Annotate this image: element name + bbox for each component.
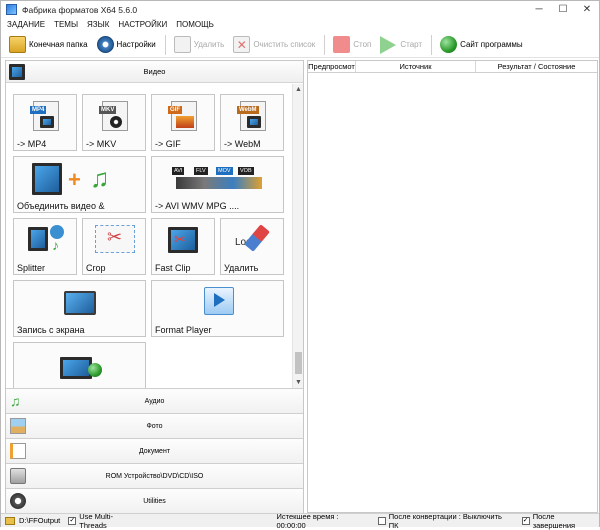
task-list-panel: Предпросмот Источник Результат / Состоян… <box>307 60 598 513</box>
document-icon <box>10 443 26 459</box>
video-tools-grid: MP4 -> MP4 MKV -> MKV GIF -> GIF WebM ->… <box>6 84 293 388</box>
clear-list-button[interactable]: ✕ Очистить список <box>233 34 315 56</box>
screen-record-icon <box>64 291 96 315</box>
clear-list-icon: ✕ <box>233 36 251 53</box>
category-utilities[interactable]: Utilities <box>6 488 303 513</box>
menu-task[interactable]: ЗАДАНИЕ <box>7 20 45 29</box>
scroll-thumb[interactable] <box>295 352 302 374</box>
splitter-icon <box>28 227 48 251</box>
mkv-format-icon: MKV <box>99 106 117 114</box>
music-note-icon: ♫ <box>10 393 21 409</box>
output-path[interactable]: D:\FFOutput <box>5 516 60 525</box>
column-source[interactable]: Источник <box>356 61 476 72</box>
scroll-down-arrow-icon[interactable]: ▼ <box>293 377 304 388</box>
column-result-status[interactable]: Результат / Состояние <box>476 61 597 72</box>
disc-drive-icon <box>10 468 26 484</box>
utilities-gear-icon <box>10 493 26 509</box>
close-button[interactable]: ✕ <box>575 1 599 18</box>
folder-icon <box>5 516 15 525</box>
category-video-header[interactable]: Видео <box>6 61 303 83</box>
other-categories: ♫ Аудио Фото Документ ROM Устройство\DVD… <box>6 388 303 513</box>
plus-icon: + <box>68 167 81 192</box>
checkbox-unchecked-icon <box>377 516 386 525</box>
toolbar: Конечная папка Настройки Удалить ✕ Очист… <box>1 32 599 58</box>
tile-to-avi-wmv-mpg[interactable]: AVI FLV MOV VOB -> AVI WMV MPG .... <box>151 156 284 213</box>
app-window: Фабрика форматов X64 5.6.0 ─ ☐ ✕ ЗАДАНИЕ… <box>0 0 600 530</box>
photo-icon <box>10 418 26 434</box>
menu-language[interactable]: ЯЗЫК <box>87 20 109 29</box>
scroll-up-arrow-icon[interactable]: ▲ <box>293 84 304 95</box>
video-join-icon <box>32 163 62 195</box>
checkbox-checked-icon: ✓ <box>521 516 530 525</box>
play-icon <box>380 35 397 54</box>
gif-format-icon: GIF <box>168 106 182 114</box>
tile-fast-clip[interactable]: ✂ Fast Clip <box>151 218 215 275</box>
category-audio[interactable]: ♫ Аудио <box>6 388 303 413</box>
menu-bar: ЗАДАНИЕ ТЕМЫ ЯЗЫК НАСТРОЙКИ ПОМОЩЬ <box>1 18 599 31</box>
video-grid-scrollbar[interactable]: ▲ ▼ <box>292 84 303 388</box>
app-logo-icon <box>6 4 17 15</box>
menu-themes[interactable]: ТЕМЫ <box>54 20 78 29</box>
title-bar: Фабрика форматов X64 5.6.0 ─ ☐ ✕ <box>1 1 599 18</box>
status-bar: D:\FFOutput ✓ Use Multi-Threads Истекшее… <box>1 512 599 530</box>
music-note-icon: ♫ <box>90 163 110 193</box>
webm-format-icon: WebM <box>237 106 259 114</box>
tile-crop[interactable]: ✂ Crop <box>82 218 146 275</box>
category-rom-device[interactable]: ROM Устройство\DVD\CD\ISO <box>6 463 303 488</box>
tile-remove-logo[interactable]: Logo Удалить <box>220 218 284 275</box>
menu-help[interactable]: ПОМОЩЬ <box>176 20 214 29</box>
tile-to-webm[interactable]: WebM -> WebM <box>220 94 284 151</box>
delete-button[interactable]: Удалить <box>173 34 224 56</box>
column-preview[interactable]: Предпросмот <box>308 61 356 72</box>
settings-button[interactable]: Настройки <box>96 34 156 56</box>
mp4-format-icon: MP4 <box>30 106 47 114</box>
minimize-button[interactable]: ─ <box>527 1 551 18</box>
menu-settings[interactable]: НАСТРОЙКИ <box>118 20 167 29</box>
tile-to-mp4[interactable]: MP4 -> MP4 <box>13 94 77 151</box>
folder-icon <box>9 36 26 53</box>
maximize-button[interactable]: ☐ <box>551 1 575 18</box>
gear-icon <box>96 36 114 53</box>
tile-to-mkv[interactable]: MKV -> MKV <box>82 94 146 151</box>
stop-button[interactable]: Стоп <box>333 34 371 56</box>
stop-icon <box>333 36 351 53</box>
tile-format-player[interactable]: Format Player <box>151 280 284 337</box>
category-photo[interactable]: Фото <box>6 413 303 438</box>
checkbox-checked-icon: ✓ <box>68 516 77 525</box>
category-document[interactable]: Документ <box>6 438 303 463</box>
tile-join-video[interactable]: + ♫ Объединить видео & <box>13 156 146 213</box>
window-title: Фабрика форматов X64 5.6.0 <box>22 4 138 15</box>
tile-screen-record[interactable]: Запись с экрана <box>13 280 146 337</box>
document-delete-icon <box>173 36 191 53</box>
globe-icon <box>440 36 458 53</box>
category-panel: Видео MP4 -> MP4 MKV -> MKV GIF -> GIF W… <box>5 60 304 513</box>
tile-video-downloader[interactable] <box>13 342 146 388</box>
start-button[interactable]: Старт <box>380 34 422 56</box>
video-film-icon <box>9 64 25 80</box>
task-table-header: Предпросмот Источник Результат / Состоян… <box>308 61 597 73</box>
multi-format-icon: AVI FLV MOV VOB <box>172 165 267 191</box>
website-button[interactable]: Сайт программы <box>440 34 523 56</box>
tile-to-gif[interactable]: GIF -> GIF <box>151 94 215 151</box>
output-folder-button[interactable]: Конечная папка <box>9 34 88 56</box>
tile-splitter[interactable]: ♪ Splitter <box>13 218 77 275</box>
